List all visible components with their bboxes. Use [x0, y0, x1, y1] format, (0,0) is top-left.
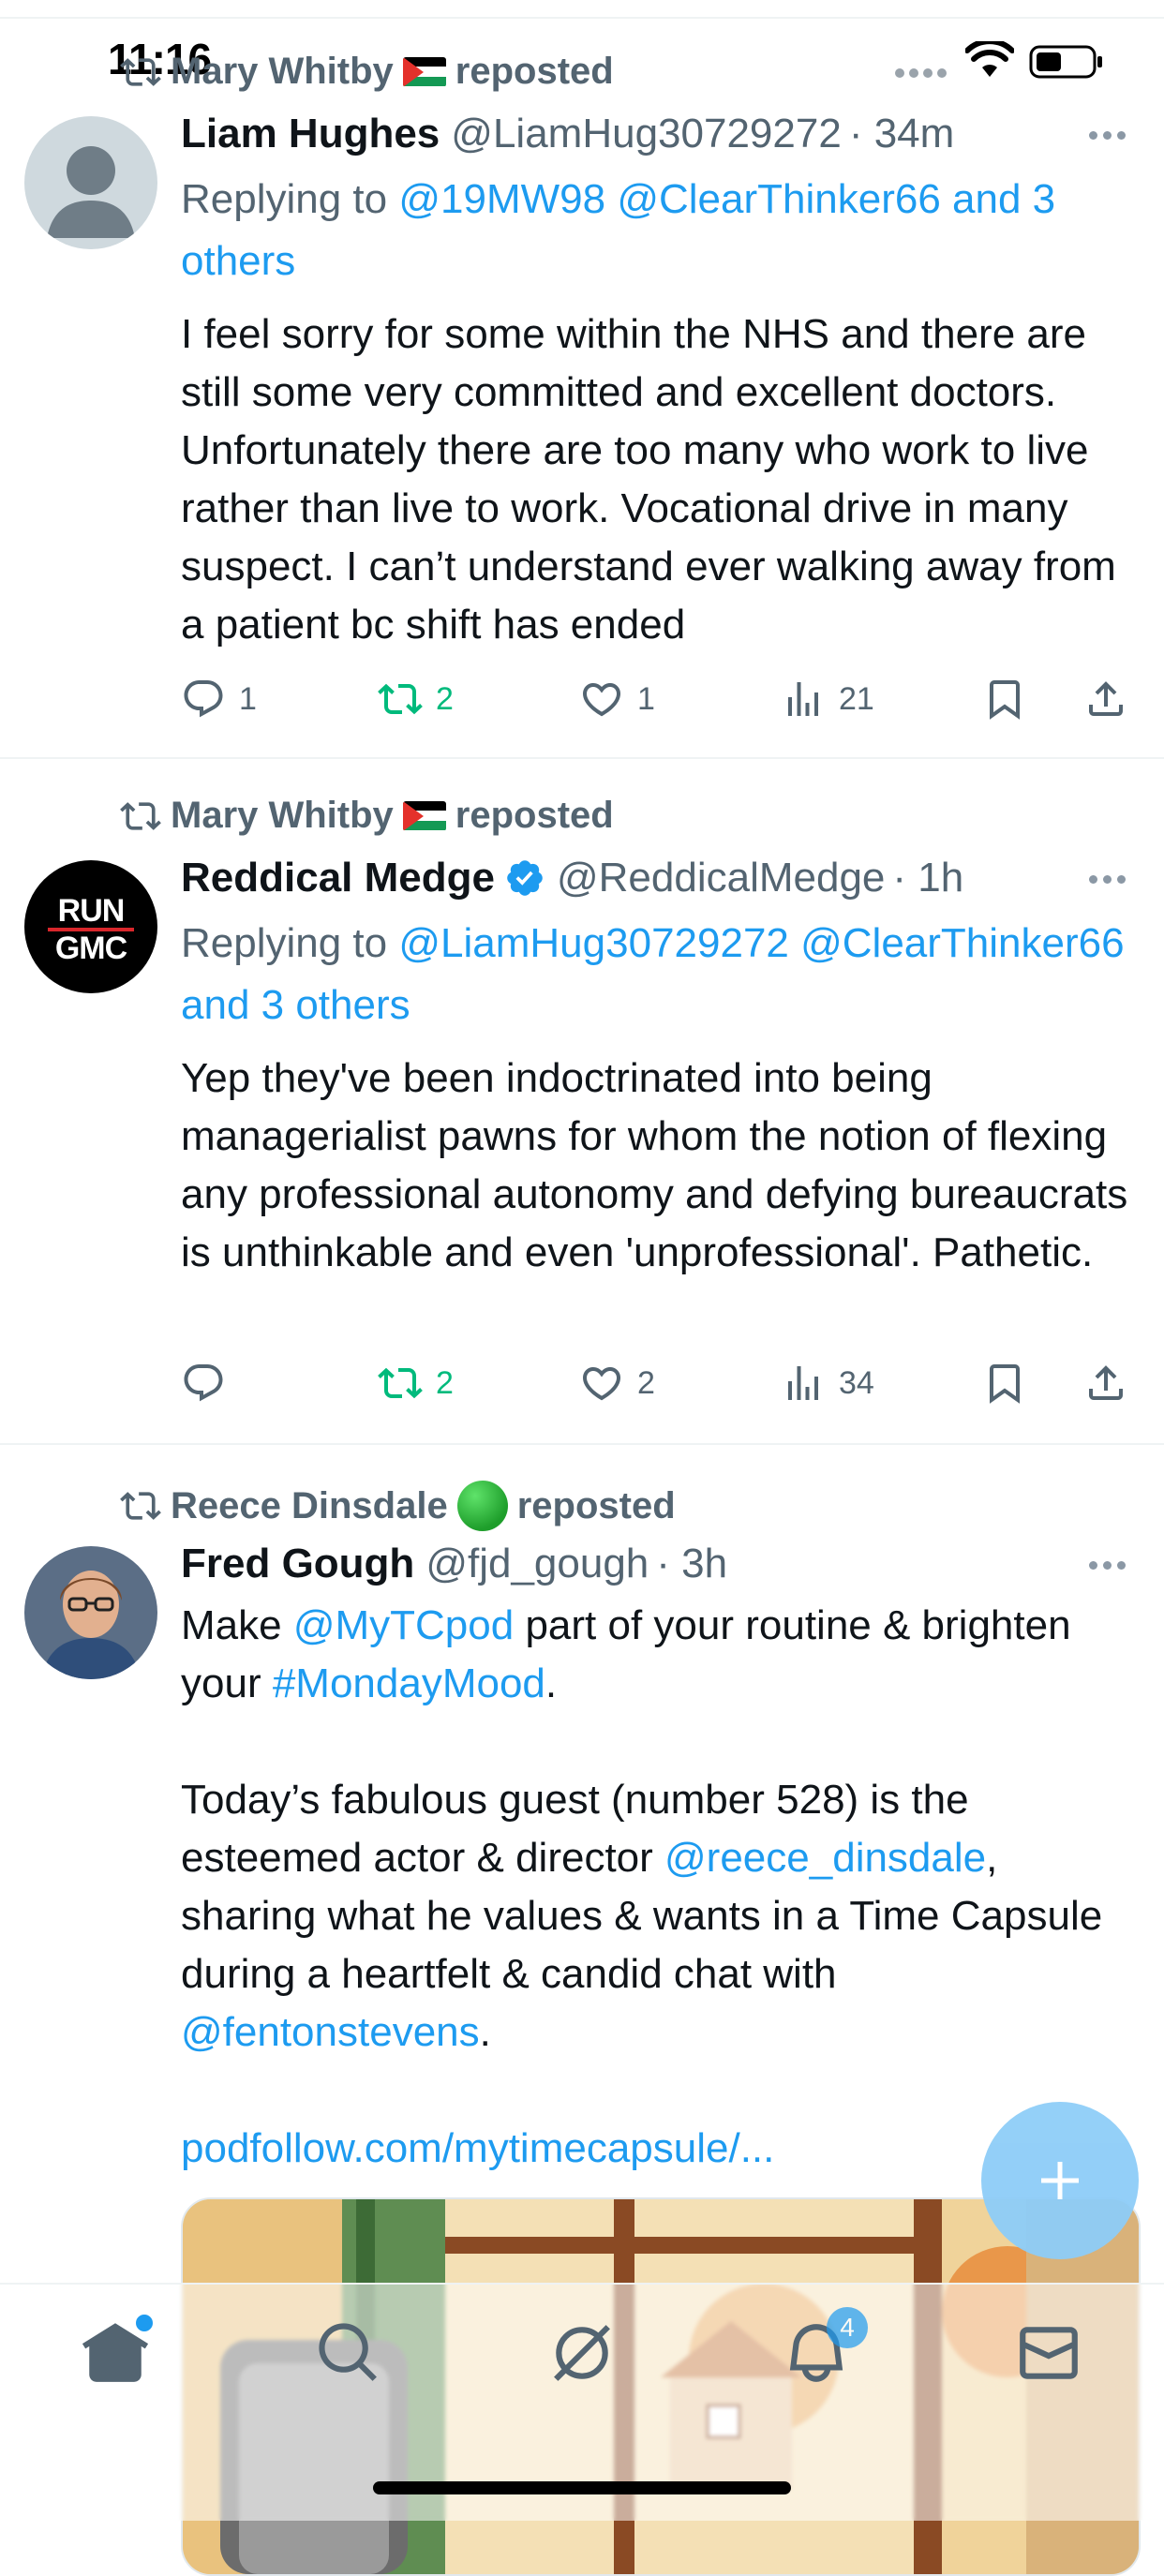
repost-header: Reece Dinsdale reposted: [120, 1481, 676, 1531]
repost-author[interactable]: Mary Whitby: [171, 51, 394, 93]
repost-icon: [120, 801, 161, 830]
mention-link[interactable]: @fentonstevens: [181, 2009, 480, 2055]
handle[interactable]: @LiamHug30729272: [451, 111, 842, 157]
repost-icon: [120, 1492, 161, 1520]
views-button[interactable]: 21: [781, 677, 982, 722]
replying-to: Replying to @19MW98 @ClearThinker66 and …: [181, 176, 1056, 284]
envelope-icon: [1020, 2327, 1078, 2379]
reply-icon: [184, 680, 223, 718]
tweet-text: Make @MyTCpod part of your routine & bri…: [181, 1597, 1132, 2178]
grok-icon: [554, 2325, 610, 2381]
repost-icon: [378, 683, 423, 715]
like-button[interactable]: 1: [579, 677, 781, 722]
search-icon: [319, 2323, 377, 2381]
replying-to: Replying to @LiamHug30729272 @ClearThink…: [181, 920, 1125, 1028]
bookmark-icon: [990, 680, 1020, 720]
tweet-text: Yep they've been indoctrinated into bein…: [181, 1055, 1128, 1275]
avatar-liam-hughes[interactable]: [24, 116, 157, 249]
heart-icon: [582, 1367, 621, 1401]
like-button[interactable]: 2: [579, 1361, 781, 1406]
analytics-icon: [788, 682, 818, 716]
more-options-icon[interactable]: [1089, 127, 1136, 142]
analytics-icon: [788, 1366, 818, 1400]
repost-label: reposted: [455, 795, 614, 836]
avatar-reddical-medge[interactable]: RUN GMC: [24, 860, 157, 993]
tweet-paragraph: Today’s fabulous guest (number 528) is t…: [181, 1777, 1103, 2055]
repost-label: reposted: [455, 51, 614, 92]
reply-button[interactable]: 1: [181, 677, 378, 722]
tweet-header: Liam Hughes @LiamHug30729272 · 34m: [181, 111, 954, 157]
share-button[interactable]: [1083, 677, 1128, 722]
notifications-count-badge: 4: [827, 2307, 868, 2348]
top-divider: [0, 17, 1164, 19]
tweet-text: I feel sorry for some within the NHS and…: [181, 311, 1116, 648]
battery-icon: [1029, 45, 1104, 79]
avatar-logo-text: GMC: [54, 931, 127, 966]
mention-link[interactable]: @MyTCpod: [293, 1602, 514, 1648]
repost-header: Mary Whitby reposted: [120, 795, 614, 837]
tweet-actions: 1 2 1 21: [181, 673, 1137, 725]
new-posts-indicator: [133, 2312, 156, 2334]
palestine-flag-emoji: [402, 800, 446, 831]
more-options-icon[interactable]: [1089, 871, 1136, 886]
share-button[interactable]: [1083, 1361, 1128, 1406]
views-button[interactable]: 34: [781, 1361, 982, 1406]
home-indicator: [373, 2481, 791, 2494]
repost-button[interactable]: 2: [378, 677, 579, 722]
compose-button[interactable]: [981, 2102, 1139, 2259]
palestine-flag-emoji: [402, 56, 446, 87]
tweet-paragraph: Make @MyTCpod part of your routine & bri…: [181, 1602, 1071, 1706]
timestamp: · 3h: [656, 1541, 728, 1586]
timestamp: · 1h: [892, 855, 964, 901]
share-icon: [1089, 681, 1123, 716]
verified-badge-icon: [507, 860, 543, 896]
share-icon: [1089, 1365, 1123, 1400]
repost-button[interactable]: 2: [378, 1361, 579, 1406]
repost-header: Mary Whitby reposted: [120, 51, 614, 93]
avatar-fred-gough[interactable]: [24, 1546, 157, 1679]
mention-link[interactable]: @reece_dinsdale: [664, 1835, 986, 1881]
display-name[interactable]: Liam Hughes: [181, 111, 440, 157]
bookmark-button[interactable]: [982, 1361, 1083, 1406]
plus-icon: [1041, 2162, 1079, 2199]
handle[interactable]: @fjd_gough: [425, 1541, 649, 1587]
tweet-header: Reddical Medge @ReddicalMedge · 1h: [181, 855, 963, 901]
repost-icon: [378, 1367, 423, 1399]
avatar-logo-text: RUN: [57, 893, 126, 929]
tweet-divider: [0, 1443, 1164, 1445]
cellular-signal-icon: [895, 66, 951, 78]
tweet-header: Fred Gough @fjd_gough · 3h: [181, 1541, 727, 1587]
tweet-actions: 2 2 34: [181, 1357, 1137, 1409]
display-name[interactable]: Fred Gough: [181, 1541, 414, 1587]
nav-messages[interactable]: [1014, 2318, 1083, 2388]
nav-grok[interactable]: [547, 2318, 617, 2388]
tweet-divider: [0, 757, 1164, 759]
bookmark-icon: [990, 1364, 1020, 1404]
timestamp: · 34m: [848, 111, 955, 156]
display-name[interactable]: Reddical Medge: [181, 855, 495, 901]
repost-author[interactable]: Reece Dinsdale: [171, 1485, 448, 1527]
reply-button[interactable]: [181, 1361, 378, 1406]
green-circle-emoji: [456, 1481, 508, 1531]
nav-search[interactable]: [314, 2318, 383, 2388]
repost-icon: [120, 57, 161, 86]
wifi-icon: [964, 38, 1015, 79]
repost-label: reposted: [516, 1484, 676, 1526]
reply-icon: [184, 1364, 223, 1402]
handle[interactable]: @ReddicalMedge: [557, 855, 885, 901]
repost-author[interactable]: Mary Whitby: [171, 795, 394, 837]
heart-icon: [582, 683, 621, 717]
hashtag-link[interactable]: #MondayMood: [273, 1660, 545, 1706]
more-options-icon[interactable]: [1089, 1557, 1136, 1572]
bookmark-button[interactable]: [982, 677, 1083, 722]
